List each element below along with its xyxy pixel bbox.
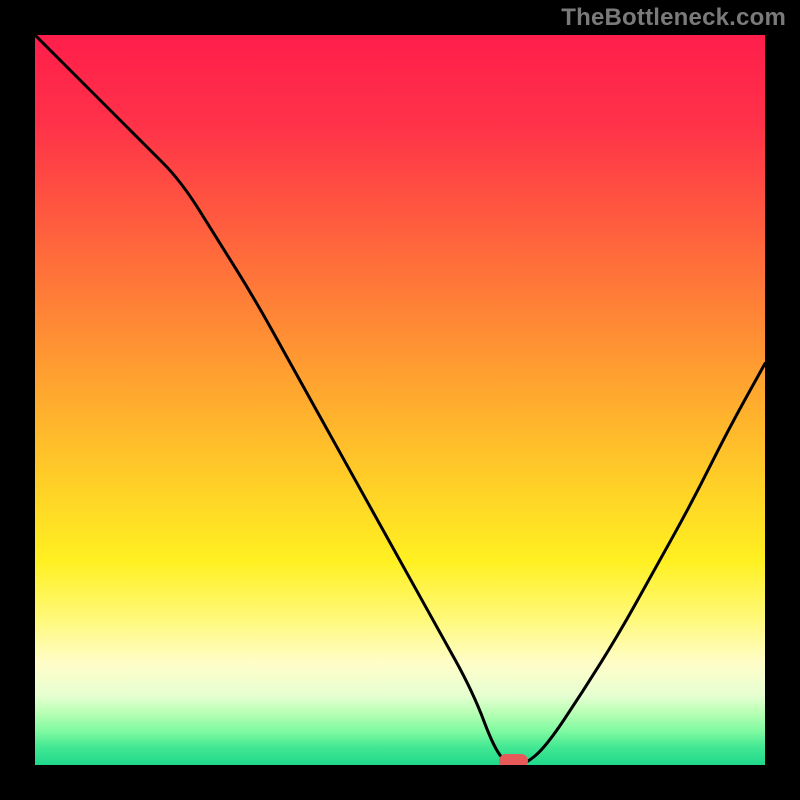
watermark-text: TheBottleneck.com [561, 4, 786, 32]
optimal-marker [499, 754, 528, 768]
chart-container: TheBottleneck.com [0, 0, 800, 800]
plot-area [31, 31, 769, 769]
bottleneck-curve [35, 35, 765, 765]
